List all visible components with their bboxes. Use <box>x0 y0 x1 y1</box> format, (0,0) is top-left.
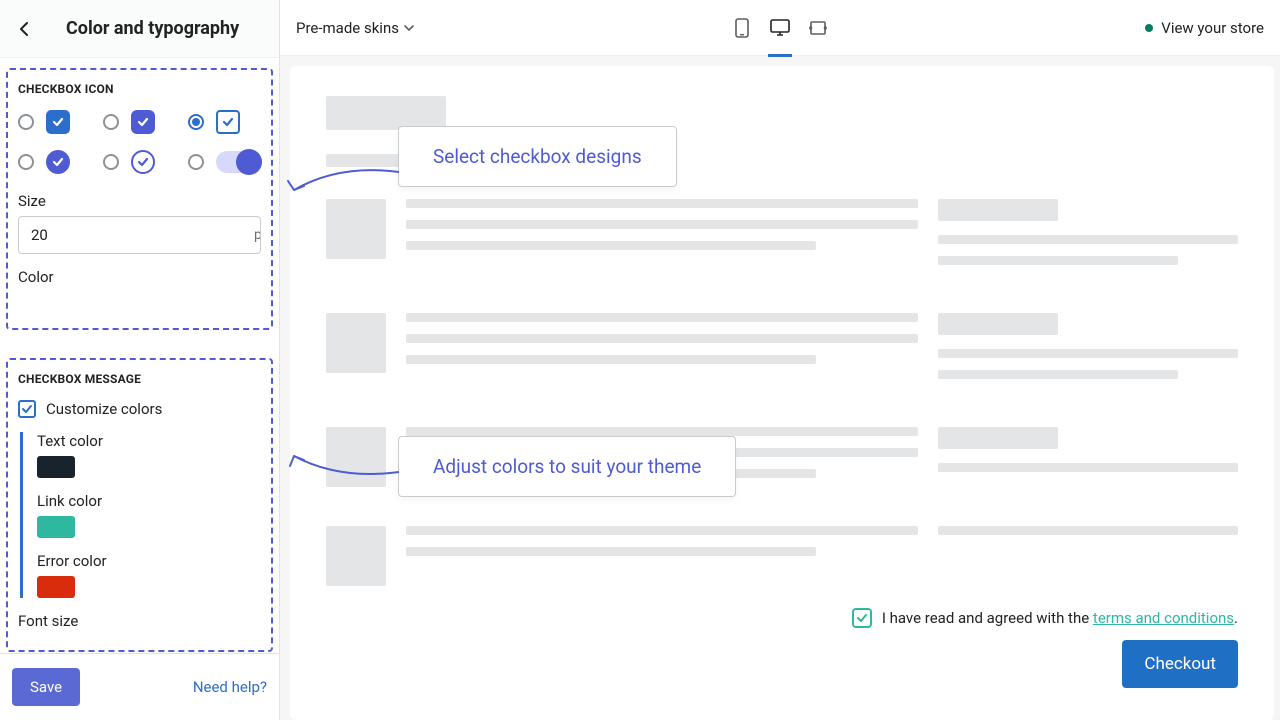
checkbox-outline-square-icon <box>216 110 240 134</box>
main: Pre-made skins View your store <box>280 0 1280 720</box>
size-label: Size <box>18 192 261 210</box>
view-store-link[interactable]: View your store <box>1145 19 1264 37</box>
link-color-label: Link color <box>37 492 261 510</box>
checkbox-option-filled-rounded[interactable] <box>103 110 176 134</box>
radio-icon <box>18 154 34 170</box>
premade-skins-dropdown[interactable]: Pre-made skins <box>296 19 415 37</box>
page-title: Color and typography <box>66 18 239 39</box>
skeleton-row <box>326 526 1238 586</box>
checkbox-option-toggle[interactable] <box>188 150 261 174</box>
topbar: Pre-made skins View your store <box>280 0 1280 56</box>
terms-text: I have read and agreed with the terms an… <box>882 609 1238 627</box>
arrow-icon <box>284 454 404 484</box>
checkbox-filled-circle-icon <box>46 150 70 174</box>
arrow-icon <box>284 166 404 196</box>
terms-checkbox[interactable] <box>852 608 872 628</box>
device-fullwidth[interactable] <box>808 18 828 38</box>
save-button[interactable]: Save <box>12 668 80 706</box>
terms-row: I have read and agreed with the terms an… <box>852 608 1238 628</box>
sidebar-scroll[interactable]: CHECKBOX ICON <box>0 58 279 653</box>
link-color-swatch[interactable] <box>37 516 75 538</box>
checkbox-icon <box>18 400 36 418</box>
chevron-left-icon <box>17 21 33 37</box>
checkbox-filled-square-icon <box>46 110 70 134</box>
size-input[interactable] <box>19 217 242 253</box>
checkbox-filled-rounded-icon <box>131 110 155 134</box>
color-label: Color <box>18 268 261 286</box>
panel-checkbox-message: CHECKBOX MESSAGE Customize colors Text c… <box>6 358 273 652</box>
error-color-label: Error color <box>37 552 261 570</box>
panel-title: CHECKBOX ICON <box>18 82 261 96</box>
help-link[interactable]: Need help? <box>193 678 267 696</box>
text-color-label: Text color <box>37 432 261 450</box>
text-color-swatch[interactable] <box>37 456 75 478</box>
panel-title: CHECKBOX MESSAGE <box>18 372 261 386</box>
checkbox-option-outline-square[interactable] <box>188 110 261 134</box>
mobile-icon <box>734 18 750 38</box>
color-swatch[interactable] <box>18 292 56 314</box>
checkbox-option-filled-circle[interactable] <box>18 150 91 174</box>
preview-canvas: Select checkbox designs Adjust colors to… <box>290 66 1274 720</box>
chevron-down-icon <box>403 22 415 34</box>
radio-icon <box>103 154 119 170</box>
size-input-wrap: px <box>18 216 261 254</box>
terms-suffix: . <box>1234 609 1238 627</box>
color-indent-block: Text color Link color Error color <box>20 432 261 598</box>
radio-icon <box>188 154 204 170</box>
terms-prefix: I have read and agreed with the <box>882 609 1093 627</box>
checkbox-outline-circle-icon <box>131 150 155 174</box>
customize-colors-label: Customize colors <box>46 400 162 418</box>
panel-checkbox-icon: CHECKBOX ICON <box>6 68 273 330</box>
error-color-swatch[interactable] <box>37 576 75 598</box>
size-suffix: px <box>242 217 261 253</box>
callout-select-designs: Select checkbox designs <box>398 126 677 187</box>
status-dot-icon <box>1145 24 1153 32</box>
font-size-label: Font size <box>18 612 261 630</box>
skeleton-row <box>326 199 1238 277</box>
preview-wrap: Select checkbox designs Adjust colors to… <box>280 56 1280 720</box>
premade-label: Pre-made skins <box>296 19 399 37</box>
radio-icon <box>18 114 34 130</box>
customize-colors-toggle[interactable]: Customize colors <box>18 400 261 418</box>
toggle-icon <box>216 151 260 173</box>
device-desktop[interactable] <box>770 18 790 38</box>
device-mobile[interactable] <box>732 18 752 38</box>
checkbox-option-filled-square[interactable] <box>18 110 91 134</box>
sidebar-footer: Save Need help? <box>0 653 279 720</box>
skeleton-row <box>326 313 1238 391</box>
desktop-icon <box>770 19 790 37</box>
fullwidth-icon <box>808 20 828 36</box>
view-store-label: View your store <box>1161 19 1264 37</box>
device-switcher <box>732 18 828 38</box>
sidebar-header: Color and typography <box>0 0 279 58</box>
checkbox-icon-grid <box>18 110 261 174</box>
back-button[interactable] <box>16 20 34 38</box>
callout-adjust-colors: Adjust colors to suit your theme <box>398 436 736 497</box>
radio-icon <box>103 114 119 130</box>
terms-link[interactable]: terms and conditions <box>1093 609 1234 627</box>
radio-icon <box>188 114 204 130</box>
checkout-button[interactable]: Checkout <box>1122 640 1238 688</box>
checkbox-option-outline-circle[interactable] <box>103 150 176 174</box>
sidebar: Color and typography CHECKBOX ICON <box>0 0 280 720</box>
